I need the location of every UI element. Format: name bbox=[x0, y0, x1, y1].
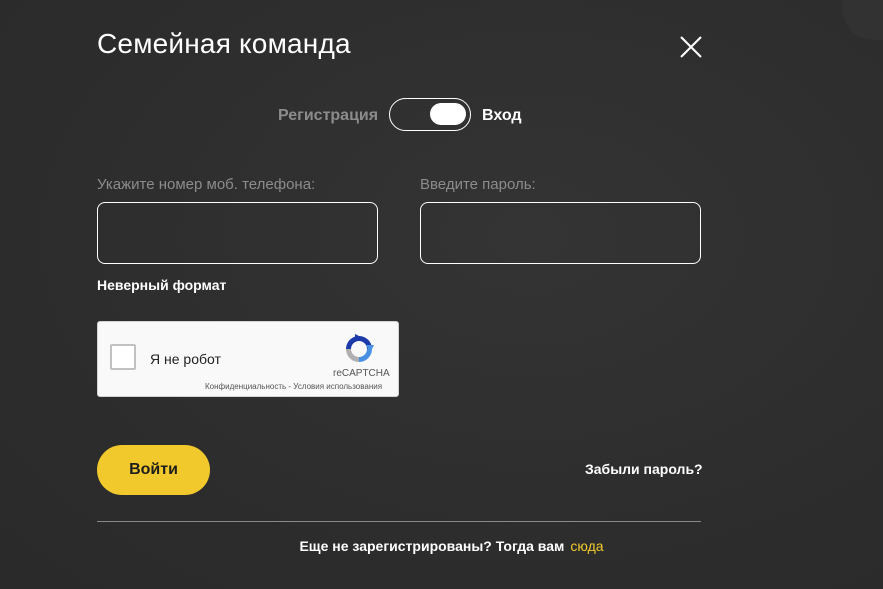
password-label: Введите пароль: bbox=[420, 176, 536, 193]
close-icon[interactable] bbox=[678, 34, 704, 60]
password-input[interactable] bbox=[420, 202, 701, 264]
phone-label: Укажите номер моб. телефона: bbox=[97, 176, 316, 193]
register-prompt-text: Еще не зарегистрированы? Тогда вам bbox=[299, 538, 565, 554]
modal-title: Семейная команда bbox=[97, 28, 351, 59]
recaptcha-privacy-link[interactable]: Конфиденциальность bbox=[205, 382, 286, 391]
recaptcha-logo-icon bbox=[342, 332, 376, 366]
divider bbox=[97, 521, 701, 522]
toggle-label-login[interactable]: Вход bbox=[482, 107, 522, 125]
background-decoration bbox=[843, 0, 883, 40]
recaptcha-links: Конфиденциальность - Условия использован… bbox=[205, 382, 382, 391]
register-prompt: Еще не зарегистрированы? Тогда вам сюда bbox=[0, 538, 883, 554]
recaptcha-checkbox[interactable] bbox=[110, 344, 136, 370]
toggle-label-register[interactable]: Регистрация bbox=[278, 107, 378, 125]
recaptcha-widget: Я не робот reCAPTCHA Конфиденциальность … bbox=[97, 321, 399, 397]
mode-toggle-row: Регистрация Вход bbox=[0, 98, 883, 134]
recaptcha-brand: reCAPTCHA bbox=[333, 368, 390, 379]
forgot-password-link[interactable]: Забыли пароль? bbox=[585, 461, 703, 477]
login-modal: Семейная команда Регистрация Вход Укажит… bbox=[0, 0, 883, 589]
phone-input[interactable] bbox=[97, 202, 378, 264]
phone-error-message: Неверный формат bbox=[97, 277, 227, 293]
recaptcha-terms-link[interactable]: Условия использования bbox=[293, 382, 382, 391]
toggle-knob bbox=[430, 103, 466, 125]
login-button[interactable]: Войти bbox=[97, 445, 210, 495]
recaptcha-label: Я не робот bbox=[150, 351, 221, 367]
register-link[interactable]: сюда bbox=[570, 538, 603, 554]
mode-toggle-switch[interactable] bbox=[389, 98, 471, 131]
